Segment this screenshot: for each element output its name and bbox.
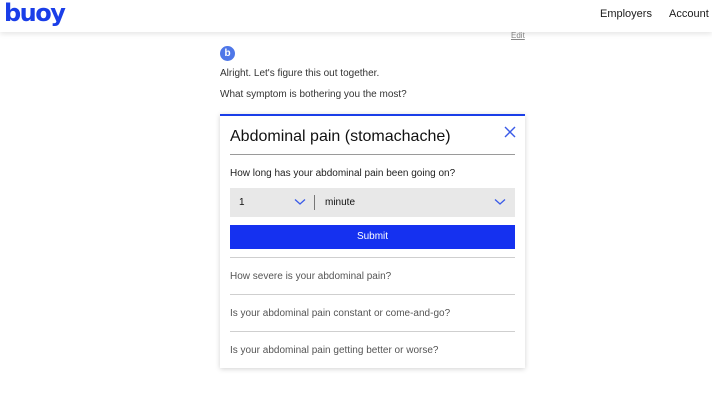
duration-select-row: 1 minute (230, 188, 515, 217)
edit-link[interactable]: Edit (511, 31, 525, 40)
question-divider (230, 257, 515, 258)
bot-message: Alright. Let's figure this out together. (220, 68, 380, 79)
top-nav-bar: buoy Employers Account (0, 0, 712, 32)
submit-button[interactable]: Submit (230, 225, 515, 249)
select-divider (314, 195, 315, 210)
title-divider (230, 154, 515, 155)
nav-account-link[interactable]: Account (669, 8, 709, 20)
chevron-down-icon[interactable] (494, 198, 506, 206)
card-title: Abdominal pain (stomachache) (230, 128, 451, 145)
question-divider (230, 331, 515, 332)
upcoming-question: How severe is your abdominal pain? (230, 271, 392, 282)
question-divider (230, 294, 515, 295)
question-label: How long has your abdominal pain been go… (230, 168, 456, 179)
duration-unit-select[interactable]: minute (325, 188, 355, 217)
chevron-down-icon[interactable] (294, 198, 306, 206)
buoy-logo[interactable]: buoy (4, 0, 66, 26)
close-icon[interactable] (502, 124, 518, 140)
upcoming-question: Is your abdominal pain constant or come-… (230, 308, 451, 319)
duration-number-select[interactable]: 1 (239, 188, 245, 217)
bot-message: What symptom is bothering you the most? (220, 89, 407, 100)
nav-employers-link[interactable]: Employers (600, 8, 652, 20)
bot-avatar: b (220, 46, 235, 61)
symptom-card: Abdominal pain (stomachache) How long ha… (220, 114, 525, 368)
upcoming-question: Is your abdominal pain getting better or… (230, 345, 439, 356)
